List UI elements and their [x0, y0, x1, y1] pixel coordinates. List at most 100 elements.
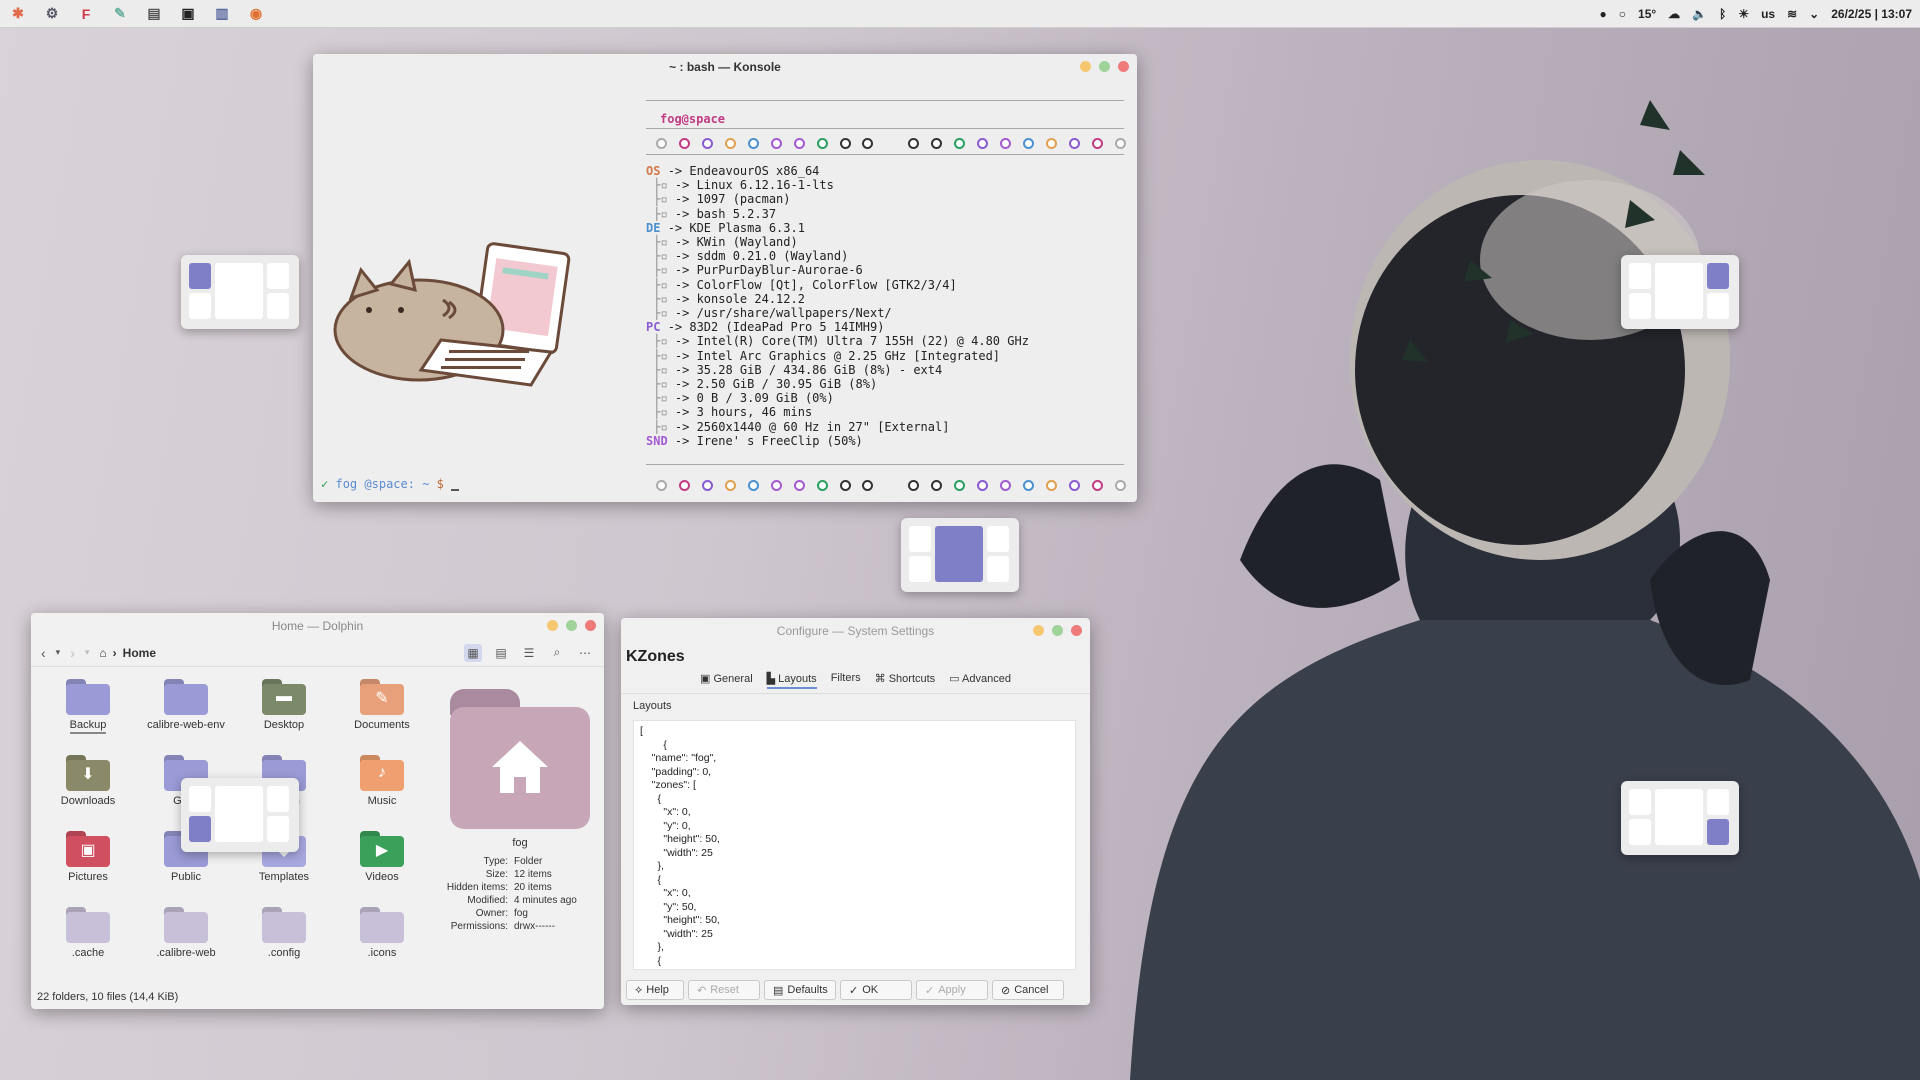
- folder-item[interactable]: .config: [235, 901, 333, 971]
- ok-button[interactable]: ✓ OK: [840, 980, 912, 1000]
- kzones-zone-selector-bottom-left[interactable]: [181, 778, 299, 852]
- defaults-button[interactable]: ▤ Defaults: [764, 980, 836, 1000]
- folder-item[interactable]: ⬇ Downloads: [39, 749, 137, 819]
- section-label: Layouts: [633, 700, 672, 712]
- details-view-icon[interactable]: ☰: [520, 644, 538, 662]
- maximize-button[interactable]: [1099, 61, 1110, 72]
- info-value: -> PurPurDayBlur-Aurorae-6: [674, 263, 863, 278]
- wifi-icon[interactable]: ≋: [1787, 7, 1797, 21]
- back-history-icon[interactable]: ▾: [56, 647, 61, 658]
- shell-prompt[interactable]: ✓ fog @space: ~ $: [321, 477, 460, 491]
- info-value: -> 0 B / 3.09 GiB (0%): [674, 391, 834, 406]
- kzones-zone-selector-left[interactable]: [181, 255, 299, 329]
- dolphin-toolbar: ‹ ▾ › ▾ ⌂ › Home ▦ ▤ ☰ ⌕ ⋯: [31, 639, 604, 667]
- chevron-down-icon[interactable]: ⌄: [1809, 7, 1819, 21]
- reset-button[interactable]: ↶ Reset: [688, 980, 760, 1000]
- forward-history-icon[interactable]: ▾: [85, 647, 90, 658]
- info-key: OS: [646, 164, 661, 178]
- search-icon[interactable]: ⌕: [548, 644, 566, 662]
- terminal-area[interactable]: fog@space OS -> EndeavourOS x86_64 ├▫ ->…: [313, 80, 1137, 502]
- konsole-window[interactable]: ~ : bash — Konsole fog@space OS -> Endea…: [313, 54, 1137, 502]
- firefox-icon[interactable]: ◉: [246, 4, 266, 24]
- settings-titlebar[interactable]: Configure — System Settings: [621, 618, 1090, 644]
- color-dot-icon: [1045, 480, 1057, 491]
- close-button[interactable]: [1071, 625, 1082, 636]
- folder-item[interactable]: .icons: [333, 901, 431, 971]
- prompt-host: @space:: [364, 477, 415, 491]
- menu-icon[interactable]: ⋯: [576, 644, 594, 662]
- app-launcher-icon[interactable]: ✱: [8, 4, 28, 24]
- folder-item[interactable]: ▶ Videos: [333, 825, 431, 895]
- folder-item[interactable]: .cache: [39, 901, 137, 971]
- folder-item[interactable]: ♪ Music: [333, 749, 431, 819]
- volume-icon[interactable]: 🔈: [1692, 7, 1707, 21]
- kzones-zone-selector-center[interactable]: [901, 518, 1019, 592]
- file-manager-icon[interactable]: ▥: [212, 4, 232, 24]
- dolphin-window[interactable]: Home — Dolphin ‹ ▾ › ▾ ⌂ › Home ▦ ▤ ☰ ⌕ …: [31, 613, 604, 1009]
- brightness-icon[interactable]: ☀: [1738, 7, 1749, 21]
- window-title: Configure — System Settings: [776, 624, 935, 638]
- clock[interactable]: 26/2/25 | 13:07: [1831, 7, 1912, 21]
- info-label: Size:: [485, 869, 508, 880]
- info-folder-name: fog: [512, 837, 528, 849]
- folder-item[interactable]: calibre-web-env: [137, 673, 235, 743]
- keyboard-layout[interactable]: us: [1761, 7, 1775, 21]
- home-icon[interactable]: ⌂: [99, 646, 106, 660]
- color-dot-icon: [977, 480, 989, 491]
- info-row: ├▫ -> Linux 6.12.16-1-lts: [646, 178, 1029, 192]
- layouts-json-editor[interactable]: [ { "name": "fog", "padding": 0, "zones"…: [633, 720, 1076, 970]
- konsole-titlebar[interactable]: ~ : bash — Konsole: [313, 54, 1137, 80]
- weather-icon[interactable]: ☁: [1668, 7, 1680, 21]
- editor-icon[interactable]: ▤: [144, 4, 164, 24]
- forward-icon[interactable]: ›: [70, 645, 75, 661]
- minimize-button[interactable]: [1080, 61, 1091, 72]
- folder-item[interactable]: ✎ Documents: [333, 673, 431, 743]
- kzones-zone-selector-right[interactable]: [1621, 255, 1739, 329]
- folder-item[interactable]: ▬ Desktop: [235, 673, 333, 743]
- folder-item[interactable]: ▣ Pictures: [39, 825, 137, 895]
- info-table: Type: Folder Size: 12 items Hidden items: 20 …: [441, 855, 580, 933]
- info-value: -> KDE Plasma 6.3.1: [667, 220, 805, 235]
- help-button[interactable]: ⟡ Help: [626, 980, 684, 1000]
- tab-layouts[interactable]: ▙ Layouts: [766, 672, 817, 689]
- system-settings-window[interactable]: Configure — System Settings KZones ▣ Gen…: [621, 618, 1090, 1005]
- settings-icon[interactable]: ⚙: [42, 4, 62, 24]
- terminal-icon[interactable]: ▣: [178, 4, 198, 24]
- notes-icon[interactable]: ✎: [110, 4, 130, 24]
- maximize-button[interactable]: [566, 620, 577, 631]
- color-dot-icon: [1000, 480, 1012, 491]
- tab-filters[interactable]: Filters: [831, 672, 861, 689]
- cancel-button[interactable]: ⊘ Cancel: [992, 980, 1064, 1000]
- apply-button[interactable]: ✓ Apply: [916, 980, 988, 1000]
- tab-general[interactable]: ▣ General: [700, 672, 753, 689]
- bluetooth-icon[interactable]: ᛒ: [1719, 7, 1726, 21]
- maximize-button[interactable]: [1052, 625, 1063, 636]
- kzones-zone-selector-bottom-right[interactable]: [1621, 781, 1739, 855]
- folder-item[interactable]: Backup: [39, 673, 137, 743]
- compact-view-icon[interactable]: ▤: [492, 644, 510, 662]
- f-app-icon[interactable]: F: [76, 4, 96, 24]
- dolphin-titlebar[interactable]: Home — Dolphin: [31, 613, 604, 639]
- minimize-button[interactable]: [1033, 625, 1044, 636]
- tab-shortcuts[interactable]: ⌘ Shortcuts: [875, 672, 936, 689]
- pusheen-laptop-image: [333, 242, 571, 387]
- color-dot-icon: [724, 480, 736, 491]
- circle-icon[interactable]: ○: [1619, 7, 1626, 21]
- temperature[interactable]: 15°: [1638, 7, 1656, 21]
- minimize-button[interactable]: [547, 620, 558, 631]
- color-dot-icon: [908, 480, 920, 491]
- folder-item[interactable]: .calibre-web: [137, 901, 235, 971]
- breadcrumb[interactable]: ⌂ › Home: [99, 646, 156, 660]
- info-value: -> 35.28 GiB / 434.86 GiB (8%) - ext4: [674, 362, 943, 377]
- close-button[interactable]: [1118, 61, 1129, 72]
- info-value: -> EndeavourOS x86_64: [667, 164, 820, 178]
- back-icon[interactable]: ‹: [41, 645, 46, 661]
- breadcrumb-home[interactable]: Home: [123, 646, 156, 660]
- icons-view-icon[interactable]: ▦: [464, 643, 482, 662]
- drop-icon[interactable]: ●: [1600, 7, 1607, 21]
- tab-advanced[interactable]: ▭ Advanced: [949, 672, 1011, 689]
- folder-label: Music: [367, 795, 397, 807]
- info-label: Owner:: [475, 908, 508, 919]
- close-button[interactable]: [585, 620, 596, 631]
- folder-label: Videos: [365, 871, 399, 883]
